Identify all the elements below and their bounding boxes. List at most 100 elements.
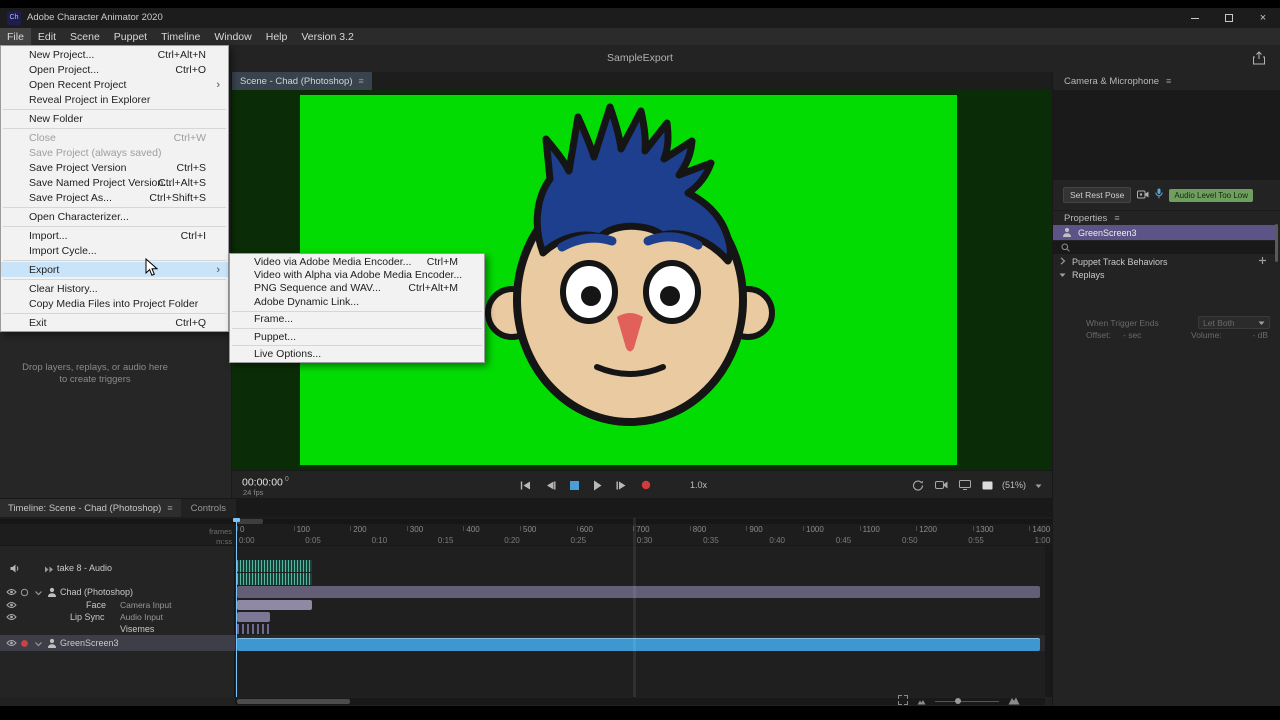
speaker-icon[interactable] [9, 563, 20, 574]
track-row-visemes[interactable]: Visemes [0, 623, 235, 635]
file-menu-item-copy-media-files-into-project-folder[interactable]: Copy Media Files into Project Folder [1, 296, 228, 311]
menubar-item-timeline[interactable]: Timeline [154, 28, 207, 45]
clip-take-8-audio-1[interactable] [237, 573, 312, 585]
file-menu-item-import[interactable]: Import...Ctrl+I [1, 228, 228, 243]
loop-icon[interactable] [912, 480, 924, 491]
clip-face[interactable] [237, 600, 312, 610]
circle-icon[interactable] [20, 588, 29, 597]
playback-speed[interactable]: 1.0x [690, 480, 707, 490]
menubar-item-edit[interactable]: Edit [31, 28, 63, 45]
playhead[interactable] [236, 518, 237, 697]
clip-lip-sync[interactable] [237, 612, 270, 622]
matte-icon[interactable] [982, 481, 993, 490]
export-menu-item-frame[interactable]: Frame... [230, 313, 484, 326]
microphone-icon[interactable] [1155, 186, 1163, 204]
zoom-slider-knob[interactable] [955, 698, 961, 704]
chevron-down-icon[interactable] [1059, 270, 1066, 280]
track-row-chad-photoshop[interactable]: Chad (Photoshop) [0, 585, 235, 599]
person-icon[interactable] [47, 587, 57, 597]
menubar-item-puppet[interactable]: Puppet [107, 28, 154, 45]
chevron-right-icon[interactable] [1060, 257, 1066, 267]
track-row-take-8-audio[interactable]: take 8 - Audio [0, 551, 235, 585]
track-content-area[interactable] [236, 546, 1045, 697]
zoom-level[interactable]: (51%) [1002, 480, 1026, 490]
prev-frame-button[interactable] [545, 481, 556, 490]
panel-menu-icon[interactable]: ≡ [167, 503, 172, 513]
properties-search[interactable] [1053, 241, 1275, 254]
panel-menu-icon[interactable]: ≡ [358, 76, 363, 86]
timeline-ruler[interactable]: frames m:ss 0100200300400500600700800900… [0, 517, 1052, 546]
puppet-track-behaviors-row[interactable]: Puppet Track Behaviors [1053, 255, 1275, 268]
file-menu-item-save-named-project-version[interactable]: Save Named Project Version...Ctrl+Alt+S [1, 175, 228, 190]
panel-menu-icon[interactable]: ≡ [1166, 76, 1171, 86]
screen-share-icon[interactable] [959, 480, 971, 490]
export-menu-item-png-sequence-and-wav[interactable]: PNG Sequence and WAV...Ctrl+Alt+M [230, 282, 484, 295]
replays-row[interactable]: Replays [1053, 268, 1275, 281]
share-icon[interactable] [1252, 51, 1266, 70]
file-menu-item-exit[interactable]: ExitCtrl+Q [1, 315, 228, 330]
menubar-item-version-3-2[interactable]: Version 3.2 [294, 28, 361, 45]
record-btn-button[interactable] [641, 480, 651, 490]
chevron-down-icon[interactable] [1035, 476, 1042, 494]
expand-icon[interactable] [898, 692, 908, 710]
stop-button[interactable] [570, 481, 579, 490]
file-menu-item-open-characterizer[interactable]: Open Characterizer... [1, 209, 228, 224]
export-menu-item-adobe-dynamic-link[interactable]: Adobe Dynamic Link... [230, 295, 484, 308]
eye-icon[interactable] [6, 613, 17, 621]
camera-icon[interactable] [1137, 186, 1149, 204]
close-button[interactable]: × [1246, 8, 1280, 28]
eye-icon[interactable] [6, 588, 17, 596]
clip-chad-photoshop[interactable] [237, 586, 1040, 598]
clip-greenscreen3[interactable] [237, 638, 1040, 651]
maximize-button[interactable] [1212, 8, 1246, 28]
eye-icon[interactable] [6, 639, 17, 647]
file-menu-item-import-cycle[interactable]: Import Cycle... [1, 243, 228, 258]
track-row-face[interactable]: FaceCamera Input [0, 599, 235, 611]
scene-tab[interactable]: Scene - Chad (Photoshop) ≡ [232, 72, 372, 90]
file-menu-item-export[interactable]: Export› [1, 262, 228, 277]
controls-tab[interactable]: Controls [181, 499, 236, 517]
zoom-scrollbar-thumb[interactable] [237, 519, 263, 524]
export-menu-item-video-with-alpha-via-adobe-media-encoder[interactable]: Video with Alpha via Adobe Media Encoder… [230, 268, 484, 281]
skip-start-button[interactable] [520, 481, 531, 490]
export-menu-item-live-options[interactable]: Live Options... [230, 347, 484, 360]
camera-add-icon[interactable] [935, 480, 948, 490]
file-menu-item-new-project[interactable]: New Project...Ctrl+Alt+N [1, 47, 228, 62]
file-menu-item-new-folder[interactable]: New Folder [1, 111, 228, 126]
zoom-out-icon[interactable] [917, 692, 926, 710]
chevron-icon[interactable] [34, 641, 43, 648]
when-trigger-ends-dropdown[interactable]: Let Both [1198, 316, 1270, 329]
file-menu-item-reveal-project-in-explorer[interactable]: Reveal Project in Explorer [1, 92, 228, 107]
clip-take-8-audio[interactable] [237, 560, 312, 572]
menubar-item-window[interactable]: Window [207, 28, 258, 45]
timeline-hscrollbar-thumb[interactable] [237, 699, 350, 704]
chevron-icon[interactable] [34, 590, 43, 597]
timeline-zoom-scrollbar[interactable] [0, 519, 1052, 524]
next-frame-button[interactable] [616, 481, 627, 490]
track-row-greenscreen3[interactable]: GreenScreen3 [0, 635, 235, 651]
file-menu-item-clear-history[interactable]: Clear History... [1, 281, 228, 296]
menubar-item-file[interactable]: File [0, 28, 31, 45]
clip-visemes[interactable] [237, 624, 272, 634]
right-panel-scrollbar[interactable] [1275, 224, 1278, 262]
record-icon[interactable] [20, 639, 29, 648]
minimize-button[interactable] [1178, 8, 1212, 28]
export-menu-item-puppet[interactable]: Puppet... [230, 330, 484, 343]
zoom-in-icon[interactable] [1008, 692, 1020, 710]
timeline-tab[interactable]: Timeline: Scene - Chad (Photoshop) ≡ [0, 499, 181, 517]
file-menu-item-open-recent-project[interactable]: Open Recent Project› [1, 77, 228, 92]
set-rest-pose-button[interactable]: Set Rest Pose [1063, 187, 1131, 203]
play-button[interactable] [593, 480, 602, 491]
eye-icon[interactable] [6, 601, 17, 609]
file-menu-item-save-project-version[interactable]: Save Project VersionCtrl+S [1, 160, 228, 175]
file-menu-item-open-project[interactable]: Open Project...Ctrl+O [1, 62, 228, 77]
menubar-item-help[interactable]: Help [259, 28, 295, 45]
file-menu-item-save-project-as[interactable]: Save Project As...Ctrl+Shift+S [1, 190, 228, 205]
playhead-handle[interactable] [233, 518, 240, 522]
properties-selected-puppet[interactable]: GreenScreen3 [1053, 225, 1275, 240]
export-menu-item-video-via-adobe-media-encoder[interactable]: Video via Adobe Media Encoder...Ctrl+M [230, 255, 484, 268]
person-icon[interactable] [47, 638, 57, 648]
menubar-item-scene[interactable]: Scene [63, 28, 107, 45]
add-behavior-icon[interactable] [1258, 256, 1267, 267]
track-row-lip-sync[interactable]: Lip SyncAudio Input [0, 611, 235, 623]
